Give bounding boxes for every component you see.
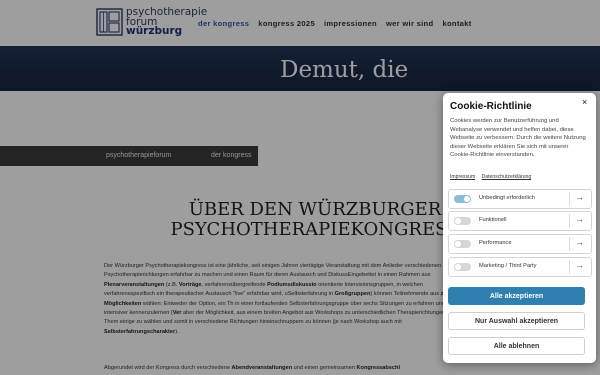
cookie-category-label: Funktionell	[479, 217, 507, 223]
cookie-category-necessary[interactable]: Unbedingt erforderlich →	[448, 189, 592, 209]
reject-all-button[interactable]: Alle ablehnen	[448, 337, 585, 355]
impressum-link[interactable]: Impressum	[450, 174, 475, 180]
privacy-policy-link[interactable]: Datenschutzerklärung	[482, 174, 532, 180]
accept-selection-button[interactable]: Nur Auswahl akzeptieren	[448, 312, 585, 330]
functional-toggle[interactable]	[454, 217, 471, 225]
necessary-toggle[interactable]	[454, 195, 471, 203]
toggle-knob	[455, 241, 461, 247]
arrow-right-icon[interactable]: →	[575, 192, 584, 202]
arrow-right-icon[interactable]: →	[575, 260, 584, 270]
cookie-dialog-title: Cookie-Richtlinie	[450, 101, 532, 112]
performance-toggle[interactable]	[454, 240, 471, 248]
divider	[569, 214, 570, 228]
marketing-toggle[interactable]	[454, 263, 471, 271]
divider	[569, 192, 570, 206]
cookie-category-label: Unbedingt erforderlich	[479, 195, 535, 201]
divider	[569, 260, 570, 274]
toggle-knob	[455, 218, 461, 224]
cookie-description: Cookies werden zur Benutzerführung und W…	[450, 118, 586, 159]
arrow-right-icon[interactable]: →	[575, 214, 584, 224]
toggle-knob	[464, 196, 470, 202]
cookie-dialog: Cookie-Richtlinie × Cookies werden zur B…	[443, 93, 596, 363]
cookie-category-functional[interactable]: Funktionell →	[448, 211, 592, 231]
cookie-category-performance[interactable]: Performance →	[448, 234, 592, 254]
cookie-links: Impressum Datenschutzerklärung	[450, 174, 536, 180]
cookie-category-label: Marketing / Third Party	[479, 263, 537, 269]
cookie-category-label: Performance	[479, 240, 512, 246]
accept-all-button[interactable]: Alle akzeptieren	[448, 287, 585, 305]
toggle-knob	[455, 264, 461, 270]
divider	[569, 237, 570, 251]
close-icon[interactable]: ×	[582, 97, 587, 107]
arrow-right-icon[interactable]: →	[575, 237, 584, 247]
cookie-category-marketing[interactable]: Marketing / Third Party →	[448, 257, 592, 277]
